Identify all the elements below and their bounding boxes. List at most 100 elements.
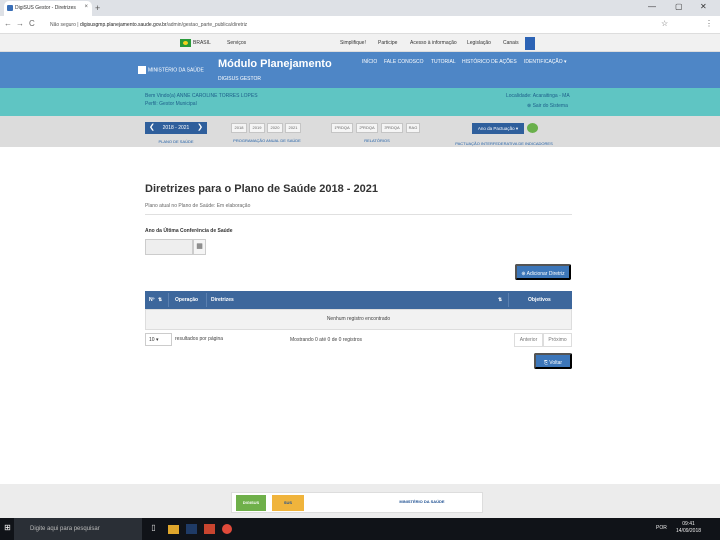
per-page-select[interactable]: 10 ▾ — [145, 333, 172, 346]
footer-logos: DIGISUS SUS MINISTÉRIO DA SAÚDE — [231, 492, 483, 513]
url-input[interactable]: Não seguro | digisusgmp.planejamento.sau… — [46, 19, 654, 31]
minimize-button[interactable]: — — [648, 2, 656, 11]
address-bar: ← → C Não seguro | digisusgmp.planejamen… — [0, 16, 720, 34]
favicon-icon — [7, 5, 13, 11]
digisus-logo: DIGISUS — [236, 495, 266, 511]
nav-historico[interactable]: HISTÓRICO DE AÇÕES — [462, 59, 517, 65]
nav-tutorial[interactable]: TUTORIAL — [431, 59, 456, 65]
column-separator — [206, 293, 207, 307]
conference-year-input[interactable] — [145, 239, 193, 255]
cross-icon — [138, 66, 146, 74]
page-title: Diretrizes para o Plano de Saúde 2018 - … — [145, 183, 378, 195]
plan-period-label: 2018 - 2021 — [162, 125, 190, 131]
user-location: Localidade: Acaraitinga - MA — [506, 93, 570, 99]
pactuacao-leaf-icon — [527, 123, 538, 133]
sus-logo: SUS — [272, 495, 304, 511]
col-objetivos[interactable]: Objetivos — [528, 297, 551, 303]
brazil-flag-icon — [180, 39, 191, 47]
app-icon[interactable] — [204, 524, 215, 534]
browser-tab[interactable]: DigiSUS Gestor - Diretrizes × — [4, 1, 92, 16]
col-diretrizes[interactable]: Diretrizes — [211, 297, 234, 303]
new-tab-button[interactable]: + — [95, 3, 100, 13]
tab-close-icon[interactable]: × — [84, 4, 88, 10]
back-icon[interactable]: ← — [4, 19, 12, 28]
report-button-2rdqa[interactable]: 2ºRDQA — [356, 123, 378, 133]
table-info: Mostrando 0 até 0 de 0 registros — [290, 337, 362, 343]
accessibility-icon[interactable] — [525, 37, 535, 50]
column-separator — [508, 293, 509, 307]
language-indicator[interactable]: POR — [656, 525, 667, 532]
col-numero[interactable]: Nº — [149, 297, 154, 303]
year-button-2019[interactable]: 2019 — [249, 123, 265, 133]
prev-period-icon[interactable]: ❮ — [149, 122, 155, 134]
gov-link-legislacao[interactable]: Legislação — [467, 40, 491, 46]
gov-link-acesso[interactable]: Acesso à informação — [410, 40, 457, 46]
pactuacao-caption: PACTUAÇÃO INTERFEDERATIVA DE INDICADORES — [455, 141, 553, 146]
app-icon[interactable] — [186, 524, 197, 534]
reload-icon[interactable]: C — [29, 19, 35, 28]
module-title: Módulo Planejamento — [218, 58, 332, 70]
taskbar-search-input[interactable]: Digite aqui para pesquisar — [14, 518, 142, 540]
bookmark-star-icon[interactable]: ☆ — [661, 19, 668, 28]
report-button-3rdqa[interactable]: 3ºRDQA — [381, 123, 403, 133]
report-button-rag[interactable]: RAG — [406, 123, 420, 133]
table-header: Nº ⇅ Operação Diretrizes ⇅ Objetivos — [145, 291, 572, 309]
years-caption: PROGRAMAÇÃO ANUAL DE SAÚDE — [233, 138, 301, 143]
plan-caption: PLANO DE SAÚDE — [158, 139, 194, 144]
gov-servicos-link[interactable]: Serviços — [227, 40, 246, 46]
page-description: Plano atual no Plano de Saúde: Em elabor… — [145, 203, 251, 209]
ministry-logo[interactable]: MINISTÉRIO DA SAÚDE — [138, 66, 204, 74]
reports-caption: RELATÓRIOS — [364, 138, 390, 143]
back-button[interactable]: ⎘ Voltar — [534, 353, 572, 369]
report-button-1rdqa[interactable]: 1ºRDQA — [331, 123, 353, 133]
os-taskbar: ⊞ Digite aqui para pesquisar ▯ POR 09:41… — [0, 518, 720, 540]
nav-identificacao[interactable]: IDENTIFICAÇÃO ▾ — [524, 59, 567, 65]
forward-icon[interactable]: → — [16, 19, 24, 28]
divider — [145, 214, 572, 215]
year-button-2020[interactable]: 2020 — [267, 123, 283, 133]
per-page-label: resultados por página — [175, 336, 224, 342]
gov-link-simplifique[interactable]: Simplifique! — [340, 40, 366, 46]
nav-inicio[interactable]: INÍCIO — [362, 59, 377, 65]
tab-title: DigiSUS Gestor - Diretrizes — [15, 5, 76, 11]
site-header: MINISTÉRIO DA SAÚDE Módulo Planejamento … — [0, 52, 720, 88]
module-subtitle: DIGISUS GESTOR — [218, 76, 261, 82]
clock[interactable]: 09:41 14/09/2018 — [676, 521, 701, 535]
start-icon[interactable]: ⊞ — [2, 523, 13, 535]
user-name: Bem Vindo(a) ANNE CAROLINE TORRES LOPES — [145, 93, 258, 99]
nav-fale-conosco[interactable]: FALE CONOSCO — [384, 59, 423, 65]
sort-icon[interactable]: ⇅ — [498, 297, 502, 303]
year-button-2018[interactable]: 2018 — [231, 123, 247, 133]
security-indicator[interactable]: Não seguro — [50, 22, 76, 28]
column-separator — [168, 293, 169, 307]
url-domain: digisusgmp.planejamento.saude.gov.br — [79, 22, 167, 28]
pagination-next[interactable]: Próximo — [543, 333, 572, 347]
add-diretriz-button[interactable]: ⊕ Adicionar Diretriz — [515, 264, 571, 280]
gov-brasil-link[interactable]: BRASIL — [193, 40, 211, 46]
logout-link[interactable]: ⊗ Sair do Sistema — [527, 103, 568, 109]
user-profile: Perfil: Gestor Municipal — [145, 101, 197, 107]
user-bar: Bem Vindo(a) ANNE CAROLINE TORRES LOPES … — [0, 88, 720, 116]
plan-period-selector[interactable]: ❮ 2018 - 2021 ❯ — [145, 122, 207, 134]
col-operacao[interactable]: Operação — [175, 297, 198, 303]
conference-year-label: Ano da Última Conferência de Saúde — [145, 228, 233, 234]
year-button-2021[interactable]: 2021 — [285, 123, 301, 133]
pagination-previous[interactable]: Anterior — [514, 333, 543, 347]
gov-link-canais[interactable]: Canais — [503, 40, 519, 46]
browser-menu-icon[interactable]: ⋮ — [705, 19, 713, 28]
empty-table-row: Nenhum registro encontrado — [145, 309, 572, 330]
gov-link-participe[interactable]: Participe — [378, 40, 397, 46]
url-path: /admin/gestao_parte_publica/diretriz — [166, 22, 248, 28]
calendar-icon[interactable]: ▦ — [193, 239, 206, 255]
chrome-icon[interactable] — [222, 524, 232, 534]
maximize-button[interactable]: ▢ — [675, 2, 683, 11]
task-view-icon[interactable]: ▯ — [148, 523, 159, 535]
ministry-footer-logo: MINISTÉRIO DA SAÚDE — [399, 499, 445, 504]
gov-bar: BRASIL Serviços Simplifique! Participe A… — [0, 34, 720, 52]
file-explorer-icon[interactable] — [168, 525, 179, 534]
pactuacao-dropdown[interactable]: Ano da Pactuação ▾ — [472, 123, 524, 134]
sort-icon[interactable]: ⇅ — [158, 297, 162, 303]
next-period-icon[interactable]: ❯ — [197, 122, 203, 134]
close-window-button[interactable]: ✕ — [700, 2, 707, 11]
browser-tab-strip: DigiSUS Gestor - Diretrizes × + — ▢ ✕ — [0, 0, 720, 16]
